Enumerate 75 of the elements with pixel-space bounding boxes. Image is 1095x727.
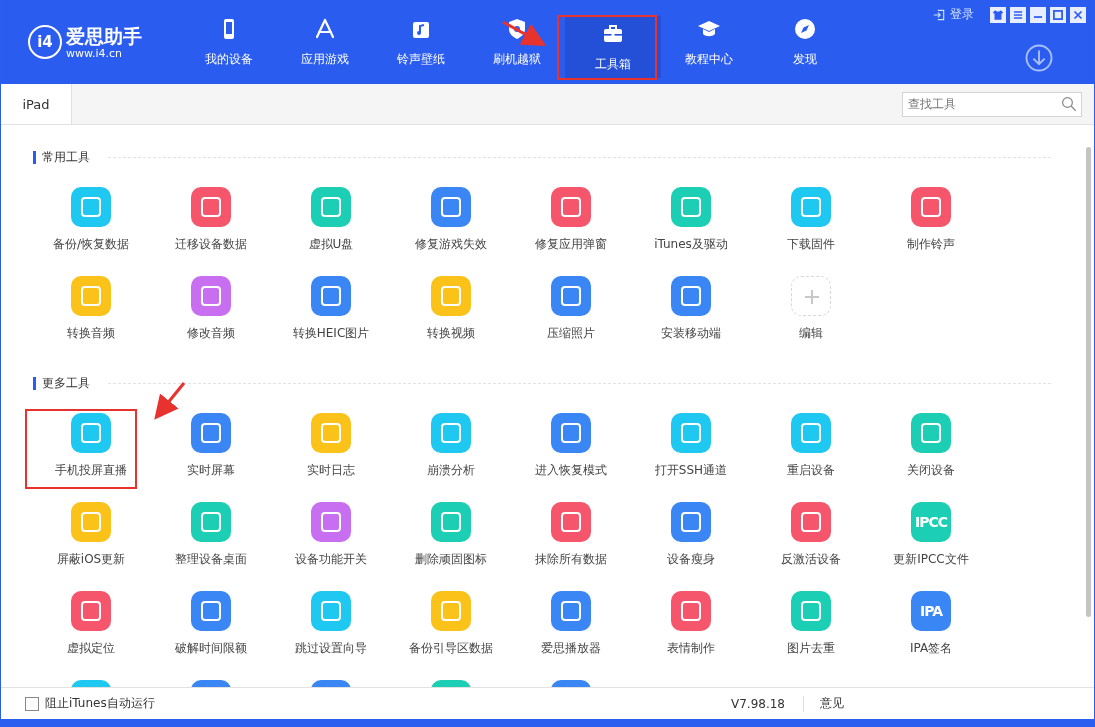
tool-tile[interactable]: 反激活设备: [751, 502, 871, 568]
checkbox[interactable]: [25, 696, 39, 711]
section-marker: [33, 150, 36, 164]
app-url: www.i4.cn: [66, 46, 124, 60]
annotation-arrow: [502, 20, 547, 46]
sign-in-icon: [932, 7, 946, 22]
nav-tab[interactable]: 教程中心: [661, 0, 757, 84]
search-icon[interactable]: [1060, 94, 1078, 113]
app-name: 爱思助手: [66, 24, 142, 47]
tool-tile[interactable]: 跳过设置向导: [271, 591, 391, 657]
tool-tile[interactable]: 爱思播放器: [511, 591, 631, 657]
maximize-icon[interactable]: [1050, 6, 1066, 23]
login-button[interactable]: 登录: [932, 6, 974, 23]
tool-tile[interactable]: 转换HEIC图片: [271, 276, 391, 342]
tool-tile[interactable]: 转换视频: [391, 276, 511, 342]
annotation-arrow: [154, 382, 186, 420]
tool-icon: IPA: [911, 591, 951, 631]
tool-tile[interactable]: 迁移设备数据: [151, 187, 271, 253]
tool-tile[interactable]: 压缩照片: [511, 276, 631, 342]
tool-tile[interactable]: 图片去重: [751, 591, 871, 657]
nav-tab[interactable]: 发现: [757, 0, 853, 84]
logo-badge: i4: [28, 25, 62, 59]
menu-icon[interactable]: [1010, 6, 1026, 23]
tool-tile[interactable]: 虚拟定位: [31, 591, 151, 657]
nav-tab[interactable]: 铃声壁纸: [373, 0, 469, 84]
search-field[interactable]: 查找工具: [902, 91, 1082, 117]
minimize-icon[interactable]: [1030, 6, 1046, 23]
tool-tile[interactable]: 进入恢复模式: [511, 413, 631, 479]
tool-tile[interactable]: 屏蔽iOS更新: [31, 502, 151, 568]
tool-tile[interactable]: 实时日志: [271, 413, 391, 479]
tool-tile[interactable]: 备份引导区数据: [391, 591, 511, 657]
tool-tile[interactable]: 整理设备桌面: [151, 502, 271, 568]
tool-tile[interactable]: 编辑: [751, 276, 871, 342]
tool-tile[interactable]: 手机投屏直播: [31, 413, 151, 479]
nav-tab[interactable]: 工具箱: [565, 16, 661, 78]
version-text: V7.98.18: [731, 696, 785, 711]
tool-tile[interactable]: 打开SSH通道: [631, 413, 751, 479]
feedback-link[interactable]: 意见: [820, 695, 844, 712]
tool-tile[interactable]: 备份/恢复数据: [31, 187, 151, 253]
tool-tile[interactable]: 制作铃声: [871, 187, 991, 253]
tool-tile[interactable]: IPCC 更新IPCC文件: [871, 502, 991, 568]
tool-tile[interactable]: IPA IPA签名: [871, 591, 991, 657]
tool-tile[interactable]: 设备瘦身: [631, 502, 751, 568]
download-icon[interactable]: [1024, 43, 1054, 73]
tool-tile[interactable]: 转换音频: [31, 276, 151, 342]
shirt-icon[interactable]: [990, 6, 1006, 23]
close-icon[interactable]: [1070, 6, 1086, 23]
section-title: 常用工具: [42, 148, 90, 166]
device-tab[interactable]: iPad: [1, 84, 72, 124]
tool-tile[interactable]: 重启设备: [751, 413, 871, 479]
tool-tile[interactable]: 修改音频: [151, 276, 271, 342]
compass-icon: [793, 16, 817, 41]
app-store-icon: [313, 16, 337, 41]
tool-tile[interactable]: 修复游戏失效: [391, 187, 511, 253]
tool-tile[interactable]: 修复应用弹窗: [511, 187, 631, 253]
tool-tile[interactable]: 设备功能开关: [271, 502, 391, 568]
checkbox-label[interactable]: 阻止iTunes自动运行: [45, 695, 155, 712]
tool-tile[interactable]: 实时屏幕: [151, 413, 271, 479]
scrollbar[interactable]: [1086, 147, 1091, 617]
section-title: 更多工具: [42, 374, 90, 392]
tool-tile[interactable]: 安装移动端: [631, 276, 751, 342]
tool-tile[interactable]: 抹除所有数据: [511, 502, 631, 568]
tool-tile[interactable]: 关闭设备: [871, 413, 991, 479]
tool-tile[interactable]: iTunes及驱动: [631, 187, 751, 253]
nav-tab[interactable]: 我的设备: [181, 0, 277, 84]
tool-tile[interactable]: 崩溃分析: [391, 413, 511, 479]
section-marker: [33, 376, 36, 390]
tool-icon: IPCC: [911, 502, 951, 542]
tool-tile[interactable]: 删除顽固图标: [391, 502, 511, 568]
tool-tile[interactable]: 表情制作: [631, 591, 751, 657]
nav-tab[interactable]: 应用游戏: [277, 0, 373, 84]
nav-tab[interactable]: 刷机越狱: [469, 0, 565, 84]
tool-tile[interactable]: 破解时间限额: [151, 591, 271, 657]
tool-tile[interactable]: 虚拟U盘: [271, 187, 391, 253]
tool-tile[interactable]: 下载固件: [751, 187, 871, 253]
